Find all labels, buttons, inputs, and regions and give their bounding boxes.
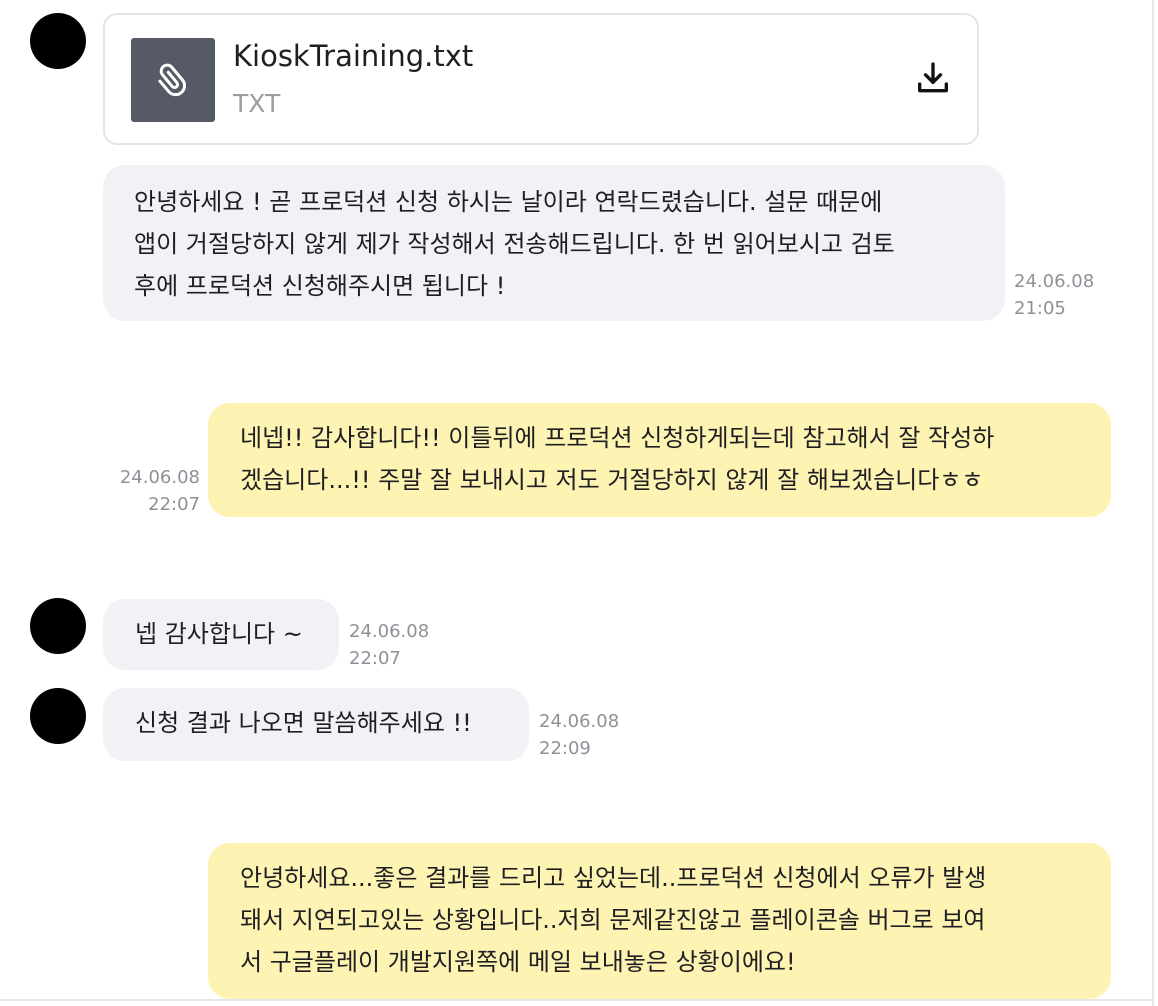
download-button[interactable] — [911, 59, 955, 103]
message-timestamp: 24.06.08 22:09 — [539, 708, 619, 762]
timestamp-date: 24.06.08 — [349, 621, 430, 642]
timestamp-time: 22:07 — [349, 648, 401, 669]
message-timestamp: 24.06.08 22:07 — [110, 464, 200, 518]
file-name[interactable]: KioskTraining.txt — [233, 39, 473, 73]
download-icon — [913, 59, 953, 103]
message-line: 안녕하세요...좋은 결과를 드리고 싶었는데..프로덕션 신청에서 오류가 발… — [240, 864, 987, 892]
message-line: 신청 결과 나오면 말씀해주세요 !! — [135, 709, 472, 737]
timestamp-time: 21:05 — [1014, 298, 1066, 319]
chat-panel-border — [1152, 0, 1154, 1006]
chat-input-divider — [0, 999, 1154, 1001]
message-bubble-outgoing: 안녕하세요...좋은 결과를 드리고 싶었는데..프로덕션 신청에서 오류가 발… — [208, 843, 1111, 999]
message-bubble-outgoing: 네넵!! 감사합니다!! 이틀뒤에 프로덕션 신청하게되는데 참고해서 잘 작성… — [208, 403, 1111, 517]
message-bubble-incoming: 넵 감사합니다 ~ — [103, 599, 339, 670]
message-bubble-incoming: 안녕하세요 ! 곧 프로덕션 신청 하시는 날이라 연락드렸습니다. 설문 때문… — [103, 165, 1005, 321]
sender-avatar[interactable] — [30, 13, 86, 69]
sender-avatar[interactable] — [30, 598, 86, 654]
timestamp-date: 24.06.08 — [539, 711, 620, 732]
timestamp-time: 22:07 — [148, 494, 200, 515]
timestamp-date: 24.06.08 — [1014, 271, 1095, 292]
file-type: TXT — [233, 89, 281, 118]
message-line: 서 구글플레이 개발지원쪽에 메일 보내놓은 상황이에요! — [240, 948, 796, 976]
paperclip-icon — [155, 60, 191, 100]
timestamp-date: 24.06.08 — [119, 467, 200, 488]
sender-avatar[interactable] — [30, 688, 86, 744]
message-line: 후에 프로덕션 신청해주시면 됩니다 ! — [134, 272, 506, 300]
message-line: 앱이 거절당하지 않게 제가 작성해서 전송해드립니다. 한 번 읽어보시고 검… — [134, 230, 895, 258]
message-bubble-incoming: 신청 결과 나오면 말씀해주세요 !! — [103, 688, 529, 761]
message-timestamp: 24.06.08 21:05 — [1014, 268, 1094, 322]
message-line: 안녕하세요 ! 곧 프로덕션 신청 하시는 날이라 연락드렸습니다. 설문 때문… — [134, 188, 883, 216]
message-timestamp: 24.06.08 22:07 — [349, 618, 429, 672]
message-line: 겠습니다...!! 주말 잘 보내시고 저도 거절당하지 않게 잘 해보겠습니다… — [240, 466, 984, 494]
file-thumbnail — [131, 38, 215, 122]
message-line: 돼서 지연되고있는 상황입니다..저희 문제같진않고 플레이콘솔 버그로 보여 — [240, 906, 986, 934]
message-line: 네넵!! 감사합니다!! 이틀뒤에 프로덕션 신청하게되는데 참고해서 잘 작성… — [240, 424, 995, 452]
message-line: 넵 감사합니다 ~ — [135, 620, 303, 648]
timestamp-time: 22:09 — [539, 738, 591, 759]
file-attachment-card[interactable]: KioskTraining.txt TXT — [103, 13, 979, 145]
